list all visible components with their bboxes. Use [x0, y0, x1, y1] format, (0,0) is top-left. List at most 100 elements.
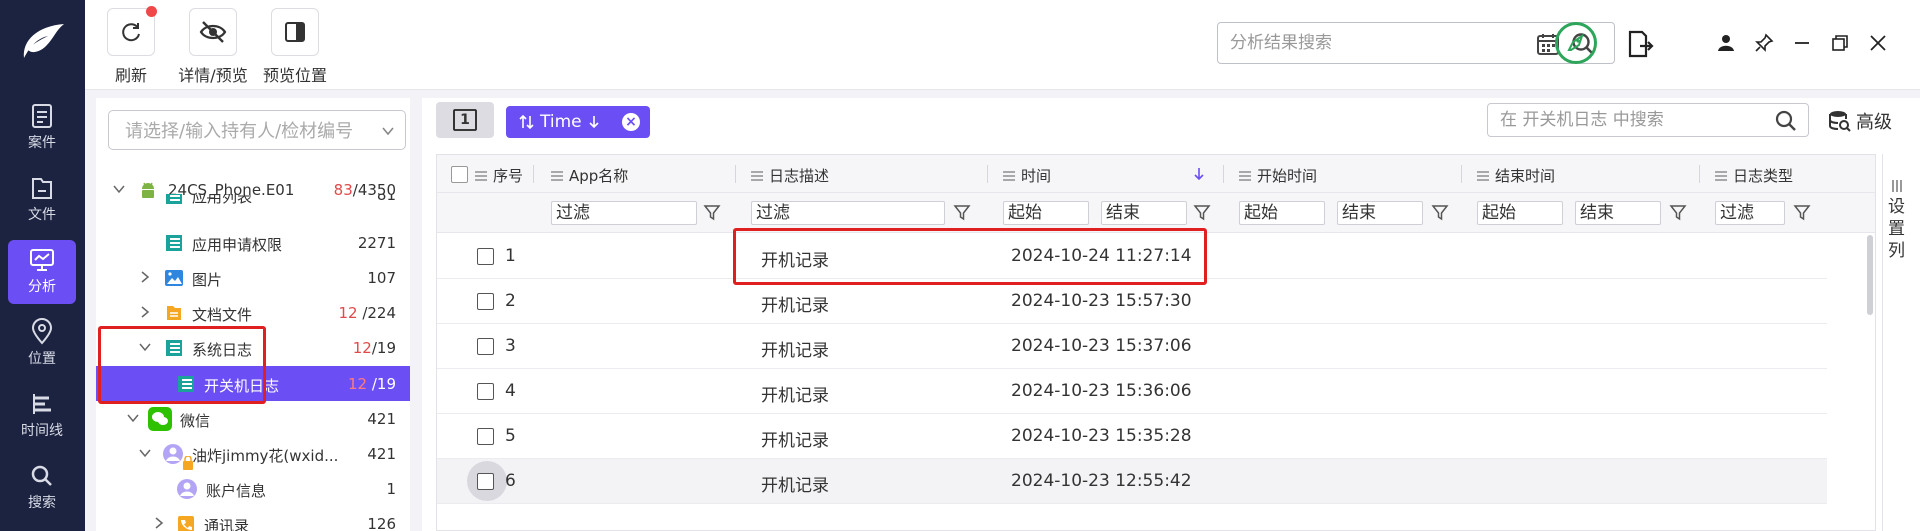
filter-icon[interactable]	[703, 203, 721, 221]
filter-icon[interactable]	[1669, 203, 1687, 221]
chevron-down-icon[interactable]	[138, 446, 152, 460]
row-checkbox[interactable]	[477, 293, 494, 310]
holder-select[interactable]	[108, 110, 406, 150]
sort-chip[interactable]: Time ×	[506, 106, 650, 138]
column-divider[interactable]	[987, 165, 988, 183]
row-time: 2024-10-23 15:57:30	[1011, 291, 1192, 311]
type-filter-input[interactable]: 过滤	[1715, 201, 1785, 225]
tree-item-wechat[interactable]: 微信 421	[96, 401, 410, 436]
end-to-input[interactable]: 结束	[1575, 201, 1661, 225]
tree-item-app-permissions[interactable]: 应用申请权限 2271	[96, 225, 410, 260]
advanced-search-button[interactable]: 高级	[1828, 108, 1892, 134]
tree-item-documents[interactable]: 文档文件 12 /224	[96, 295, 410, 330]
nav-item-timeline[interactable]: 时间线	[8, 384, 76, 448]
sort-desc-icon[interactable]	[1193, 167, 1205, 181]
row-checkbox[interactable]	[477, 383, 494, 400]
column-menu-icon	[475, 170, 487, 181]
top-toolbar: 刷新 详情/预览 预览位置	[85, 0, 1920, 90]
refresh-button-box[interactable]	[107, 6, 157, 56]
search-icon[interactable]	[1774, 109, 1798, 133]
filter-icon[interactable]	[1793, 203, 1811, 221]
analysis-icon	[30, 249, 54, 271]
rocket-status-button[interactable]	[1555, 22, 1597, 64]
column-menu-icon	[1003, 170, 1015, 181]
column-header-desc[interactable]: 日志描述	[751, 165, 829, 186]
analysis-search-input[interactable]	[1230, 31, 1520, 55]
end-from-input[interactable]: 起始	[1477, 201, 1563, 225]
export-button[interactable]	[1625, 28, 1655, 60]
tree-item-images[interactable]: 图片 107	[96, 260, 410, 295]
table-row[interactable]: 5 开机记录 2024-10-23 15:35:28	[437, 414, 1827, 459]
column-divider[interactable]	[533, 165, 534, 183]
table-row[interactable]: 6 开机记录 2024-10-23 12:55:42	[437, 459, 1827, 504]
nav-label: 文件	[28, 207, 56, 223]
column-divider[interactable]	[1461, 165, 1462, 183]
chevron-down-icon[interactable]	[126, 411, 140, 425]
column-label: 时间	[1021, 167, 1052, 185]
table-row[interactable]: 2 开机记录 2024-10-23 15:57:30	[437, 279, 1827, 324]
tree-item-app-list[interactable]: 应用列表 81	[96, 194, 410, 214]
close-button[interactable]	[1867, 32, 1889, 54]
restore-icon	[1832, 35, 1848, 51]
column-divider[interactable]	[735, 165, 736, 183]
nav-item-analysis[interactable]: 分析	[8, 240, 76, 304]
column-header-time[interactable]: 时间	[1003, 165, 1051, 186]
tree-item-account-info[interactable]: 账户信息 1	[96, 471, 410, 506]
tree-item-contacts[interactable]: 通讯录 126	[96, 506, 410, 531]
row-checkbox[interactable]	[477, 428, 494, 445]
refresh-button[interactable]: 刷新	[105, 6, 157, 86]
column-header-log-type[interactable]: 日志类型	[1715, 165, 1793, 186]
row-checkbox[interactable]	[477, 248, 494, 265]
set-columns-button[interactable]: 设置列	[1882, 154, 1910, 531]
detail-preview-label: 详情/预览	[178, 66, 248, 85]
time-to-input[interactable]: 结束	[1101, 201, 1187, 225]
user-button[interactable]	[1715, 32, 1737, 54]
preview-position-button[interactable]: 预览位置	[255, 8, 335, 86]
row-checkbox[interactable]	[477, 473, 494, 490]
log-search-input[interactable]	[1500, 109, 1750, 131]
nav-item-file[interactable]: 文件	[8, 168, 76, 232]
remove-sort-icon[interactable]: ×	[622, 113, 640, 131]
time-from-input[interactable]: 起始	[1003, 201, 1089, 225]
table-row[interactable]: 4 开机记录 2024-10-23 15:36:06	[437, 369, 1827, 414]
chevron-down-icon[interactable]	[381, 124, 395, 138]
folder-icon	[32, 178, 52, 199]
tree-item-wechat-account[interactable]: 油炸jimmy花(wxid... 421	[96, 436, 410, 471]
nav-item-search[interactable]: 搜索	[8, 456, 76, 520]
row-time: 2024-10-23 15:36:06	[1011, 381, 1192, 401]
column-divider[interactable]	[1223, 165, 1224, 183]
row-checkbox[interactable]	[477, 338, 494, 355]
nav-item-case[interactable]: 案件	[8, 96, 76, 160]
chevron-right-icon[interactable]	[152, 516, 166, 530]
nav-item-location[interactable]: 位置	[8, 312, 76, 376]
filter-icon[interactable]	[1193, 203, 1211, 221]
start-to-input[interactable]: 结束	[1337, 201, 1423, 225]
column-header-seq[interactable]: 序号	[475, 165, 523, 186]
filter-icon[interactable]	[953, 203, 971, 221]
table-scrollbar-thumb[interactable]	[1867, 235, 1873, 315]
arrow-down-icon	[589, 116, 599, 129]
filter-icon[interactable]	[1431, 203, 1449, 221]
pin-button[interactable]	[1753, 32, 1775, 54]
chevron-right-icon[interactable]	[138, 305, 152, 319]
table-scrollbar[interactable]	[1865, 235, 1875, 531]
start-from-input[interactable]: 起始	[1239, 201, 1325, 225]
minimize-button[interactable]	[1791, 32, 1813, 54]
select-all-checkbox[interactable]	[451, 166, 468, 183]
preview-position-button-box[interactable]	[271, 8, 319, 56]
restore-button[interactable]	[1829, 32, 1851, 54]
tab-number-button[interactable]: 1	[436, 102, 494, 138]
table-row[interactable]: 3 开机记录 2024-10-23 15:37:06	[437, 324, 1827, 369]
column-divider[interactable]	[1699, 165, 1700, 183]
desc-filter-input[interactable]: 过滤	[751, 201, 945, 225]
app-filter-input[interactable]: 过滤	[551, 201, 697, 225]
row-desc: 开机记录	[761, 476, 829, 496]
holder-select-input[interactable]	[125, 119, 375, 143]
chevron-right-icon[interactable]	[138, 270, 152, 284]
column-header-end-time[interactable]: 结束时间	[1477, 165, 1555, 186]
column-header-start-time[interactable]: 开始时间	[1239, 165, 1317, 186]
detail-preview-button-box[interactable]	[189, 8, 237, 56]
tree-item-label: 账户信息	[206, 482, 267, 500]
column-header-app[interactable]: App名称	[551, 165, 628, 186]
detail-preview-button[interactable]: 详情/预览	[173, 8, 253, 86]
